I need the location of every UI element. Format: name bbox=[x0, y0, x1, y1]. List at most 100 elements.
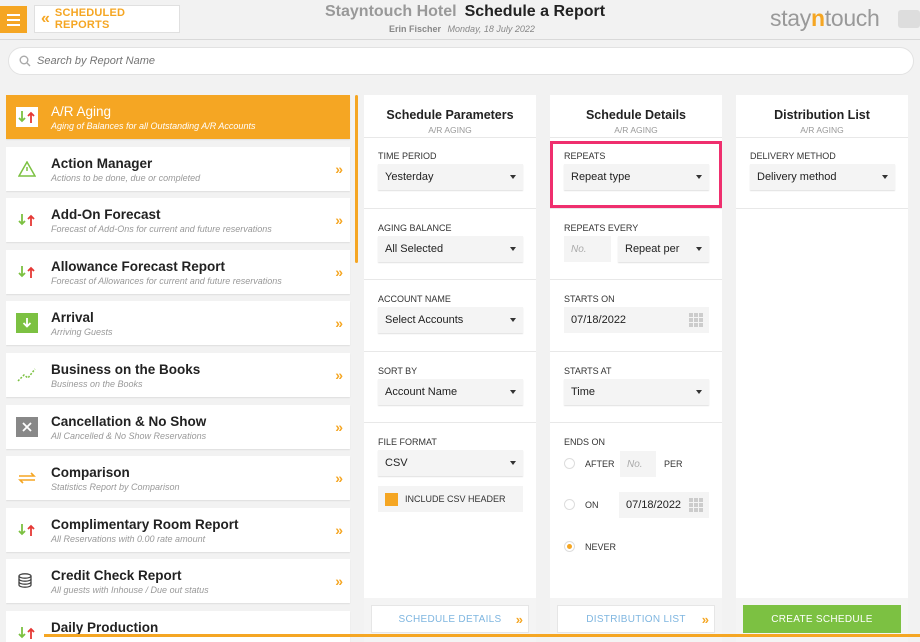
select-value: Delivery method bbox=[757, 171, 837, 183]
report-item-complimentary-room[interactable]: Complimentary Room Report All Reservatio… bbox=[6, 507, 350, 552]
ends-never-option[interactable]: NEVER bbox=[564, 541, 616, 552]
report-name: Complimentary Room Report bbox=[51, 516, 239, 532]
report-item-daily-production[interactable]: Daily Production bbox=[6, 610, 350, 642]
compare-icon bbox=[16, 468, 38, 488]
divider bbox=[736, 137, 908, 138]
distribution-list-button[interactable]: DISTRIBUTION LIST » bbox=[557, 605, 715, 633]
report-name: A/R Aging bbox=[51, 104, 112, 119]
report-item-add-on-forecast[interactable]: Add-On Forecast Forecast of Add-Ons for … bbox=[6, 198, 350, 243]
divider bbox=[364, 208, 536, 209]
report-description: All Cancelled & No Show Reservations bbox=[51, 430, 207, 441]
report-item-credit-check[interactable]: Credit Check Report All guests with Inho… bbox=[6, 559, 350, 604]
radio-button[interactable] bbox=[564, 499, 575, 510]
bottom-scroll-indicator bbox=[44, 634, 920, 637]
report-description: Aging of Balances for all Outstanding A/… bbox=[51, 121, 256, 131]
file-format-select[interactable]: CSV bbox=[378, 450, 523, 476]
logo-text-a: stay bbox=[770, 5, 811, 31]
report-description: Actions to be done, due or completed bbox=[51, 172, 201, 183]
menu-icon-line bbox=[7, 13, 20, 16]
divider bbox=[550, 208, 722, 209]
report-item-ar-aging[interactable]: A/R Aging Aging of Balances for all Outs… bbox=[6, 95, 350, 139]
radio-label: AFTER bbox=[585, 458, 615, 469]
report-list-scrollbar[interactable] bbox=[355, 95, 358, 263]
panel-subtitle: A/R AGING bbox=[800, 125, 844, 135]
report-name: Allowance Forecast Report bbox=[51, 258, 226, 274]
double-chevron-right-icon: » bbox=[335, 212, 343, 229]
input-value: 07/18/2022 bbox=[626, 499, 682, 511]
ends-after-option[interactable]: AFTER bbox=[564, 458, 615, 469]
report-item-cancellation-no-show[interactable]: Cancellation & No Show All Cancelled & N… bbox=[6, 404, 350, 449]
distribution-list-panel: Distribution List A/R AGING DELIVERY MET… bbox=[736, 95, 908, 642]
button-label: SCHEDULE DETAILS bbox=[398, 613, 502, 625]
search-input[interactable] bbox=[37, 55, 887, 67]
delivery-method-select[interactable]: Delivery method bbox=[750, 164, 895, 190]
report-item-action-manager[interactable]: Action Manager Actions to be done, due o… bbox=[6, 146, 350, 191]
ends-on-option[interactable]: ON bbox=[564, 499, 599, 510]
per-label: PER bbox=[664, 459, 683, 469]
arrival-icon bbox=[16, 313, 38, 334]
double-chevron-right-icon: » bbox=[335, 418, 343, 435]
double-chevron-right-icon: » bbox=[335, 263, 343, 280]
double-chevron-right-icon: » bbox=[335, 315, 343, 332]
starts-on-date-input[interactable]: 07/18/2022 bbox=[564, 307, 709, 333]
up-down-arrows-icon bbox=[16, 520, 38, 540]
report-item-comparison[interactable]: Comparison Statistics Report by Comparis… bbox=[6, 456, 350, 501]
sort-by-label: SORT BY bbox=[378, 366, 418, 376]
repeats-per-select[interactable]: Repeat per bbox=[618, 236, 709, 262]
sort-by-select[interactable]: Account Name bbox=[378, 379, 523, 405]
caret-down-icon bbox=[510, 175, 516, 179]
page-title: Schedule a Report bbox=[464, 3, 606, 20]
account-name-select[interactable]: Select Accounts bbox=[378, 307, 523, 333]
repeats-every-number-input[interactable]: No. bbox=[564, 236, 611, 262]
divider bbox=[550, 279, 722, 280]
double-chevron-right-icon: » bbox=[335, 573, 343, 590]
select-value: Select Accounts bbox=[385, 314, 464, 326]
logo-text-n: n bbox=[810, 5, 825, 31]
report-description: Statistics Report by Comparison bbox=[51, 482, 180, 493]
trend-icon bbox=[16, 365, 38, 385]
divider bbox=[550, 422, 722, 423]
scheduled-reports-back-button[interactable]: « SCHEDULED REPORTS bbox=[34, 5, 180, 33]
ends-after-number-input[interactable]: No. bbox=[620, 451, 656, 477]
menu-button[interactable] bbox=[0, 6, 27, 33]
time-period-select[interactable]: Yesterday bbox=[378, 164, 523, 190]
radio-button[interactable] bbox=[564, 541, 575, 552]
select-value: Account Name bbox=[385, 386, 458, 398]
panel-title: Schedule Parameters bbox=[386, 108, 514, 122]
button-label: DISTRIBUTION LIST bbox=[586, 613, 686, 625]
schedule-details-button[interactable]: SCHEDULE DETAILS » bbox=[371, 605, 529, 633]
search-icon bbox=[19, 55, 31, 67]
double-chevron-right-icon: » bbox=[335, 160, 343, 177]
double-chevron-right-icon: » bbox=[335, 366, 343, 383]
aging-balance-select[interactable]: All Selected bbox=[378, 236, 523, 262]
input-value: 07/18/2022 bbox=[571, 314, 627, 326]
report-item-arrival[interactable]: Arrival Arriving Guests » bbox=[6, 301, 350, 346]
select-value: Yesterday bbox=[385, 171, 434, 183]
logo-badge-icon bbox=[898, 10, 920, 28]
caret-down-icon bbox=[510, 390, 516, 394]
report-search-bar[interactable] bbox=[8, 47, 914, 75]
checkbox-box[interactable] bbox=[385, 492, 398, 506]
report-name: Comparison bbox=[51, 465, 130, 481]
report-name: Business on the Books bbox=[51, 361, 201, 377]
divider bbox=[550, 351, 722, 352]
repeats-select[interactable]: Repeat type bbox=[564, 164, 709, 190]
panel-title: Schedule Details bbox=[585, 108, 687, 122]
up-down-arrows-icon bbox=[16, 262, 38, 282]
ends-on-date-input[interactable]: 07/18/2022 bbox=[619, 492, 709, 518]
report-name: Credit Check Report bbox=[51, 568, 182, 584]
create-schedule-button[interactable]: CREATE SCHEDULE bbox=[743, 605, 901, 633]
double-chevron-right-icon: » bbox=[701, 612, 709, 627]
calendar-icon[interactable] bbox=[689, 313, 703, 327]
report-name: Arrival bbox=[51, 310, 94, 326]
include-csv-header-checkbox[interactable]: INCLUDE CSV HEADER bbox=[378, 486, 523, 512]
menu-icon-line bbox=[7, 23, 20, 26]
report-item-business-on-books[interactable]: Business on the Books Business on the Bo… bbox=[6, 352, 350, 397]
current-date: Monday, 18 July 2022 bbox=[447, 24, 535, 34]
starts-at-select[interactable]: Time bbox=[564, 379, 709, 405]
calendar-icon[interactable] bbox=[689, 498, 703, 512]
report-item-allowance-forecast[interactable]: Allowance Forecast Report Forecast of Al… bbox=[6, 249, 350, 294]
radio-button[interactable] bbox=[564, 458, 575, 469]
coins-icon bbox=[16, 571, 38, 591]
caret-down-icon bbox=[510, 461, 516, 465]
